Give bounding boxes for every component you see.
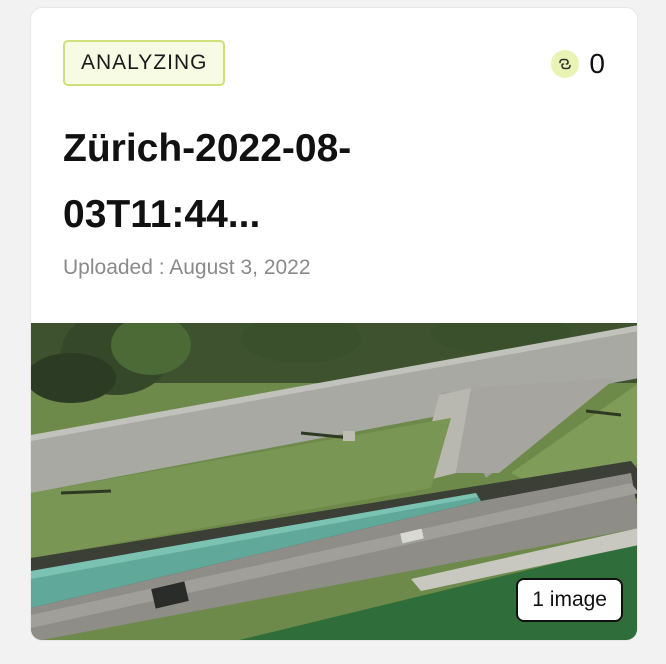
status-badge: ANALYZING [63, 40, 226, 86]
annotation-count: 0 [551, 48, 605, 80]
count-value: 0 [589, 48, 605, 79]
upload-date: Uploaded : August 3, 2022 [63, 256, 311, 279]
dataset-card[interactable]: ANALYZING 0 Zürich-2022-08-03T11:44... U… [30, 7, 638, 641]
aerial-thumbnail[interactable]: 1 image [31, 323, 637, 640]
link-icon [551, 50, 580, 78]
image-count-badge: 1 image [516, 578, 623, 622]
dataset-title[interactable]: Zürich-2022-08-03T11:44... [63, 116, 483, 248]
